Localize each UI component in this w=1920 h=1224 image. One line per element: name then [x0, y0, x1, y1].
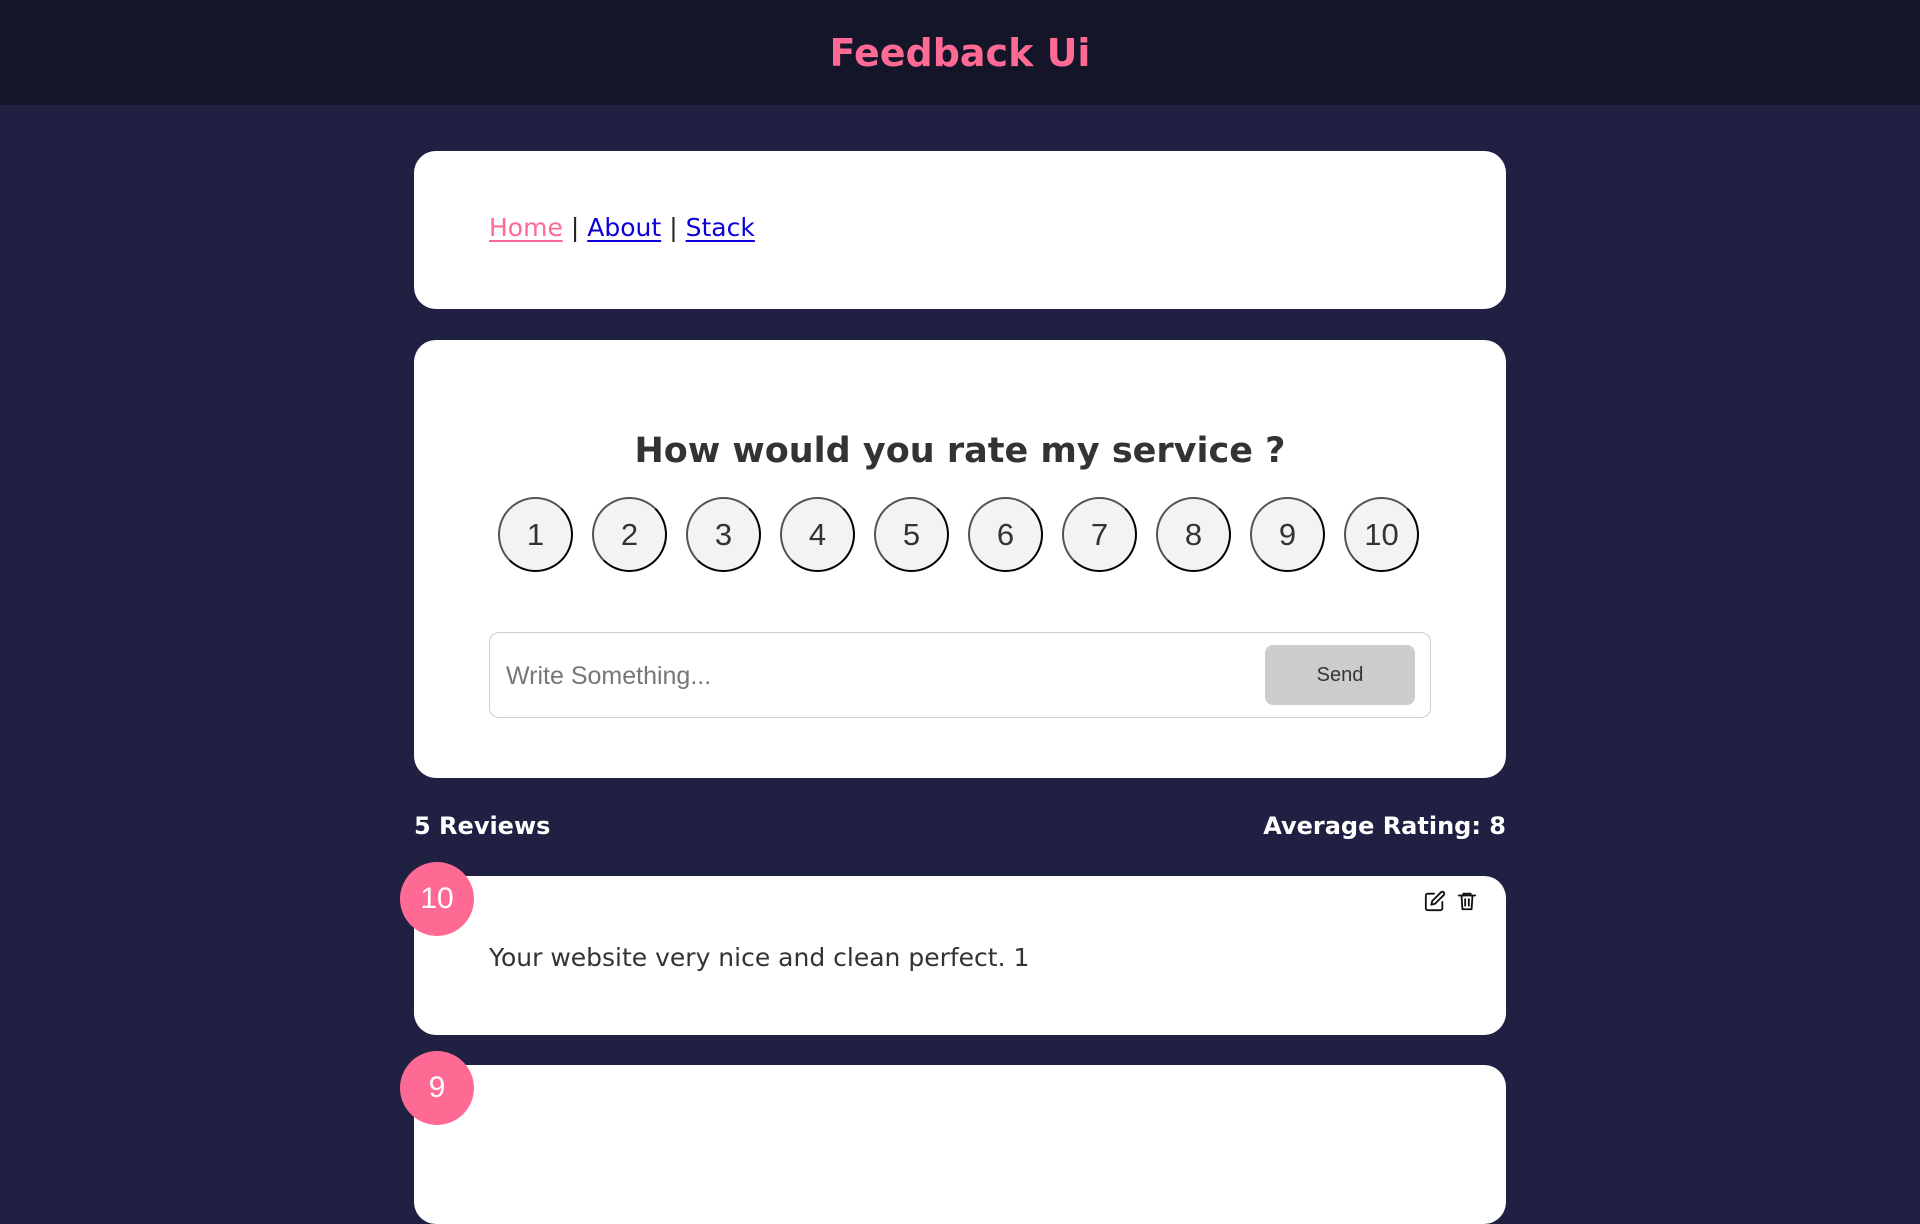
rating-option-3[interactable]: 3 — [686, 497, 761, 572]
review-rating-badge: 10 — [400, 862, 474, 936]
nav-home-link[interactable]: Home — [489, 213, 563, 242]
rating-option-5[interactable]: 5 — [874, 497, 949, 572]
rating-option-7[interactable]: 7 — [1062, 497, 1137, 572]
rating-form-card: How would you rate my service ? 1 2 3 4 … — [414, 340, 1506, 778]
feedback-input[interactable] — [504, 653, 1248, 699]
rating-option-9[interactable]: 9 — [1250, 497, 1325, 572]
navigation-card: Home | About | Stack — [414, 151, 1506, 309]
app-title: Feedback Ui — [829, 30, 1091, 75]
average-rating: Average Rating: 8 — [1263, 812, 1506, 840]
rating-options: 1 2 3 4 5 6 7 8 9 10 — [498, 497, 1419, 572]
review-count: 5 Reviews — [414, 812, 551, 840]
rating-option-1[interactable]: 1 — [498, 497, 573, 572]
review-text: Your website very nice and clean perfect… — [489, 943, 1030, 972]
review-card — [414, 1065, 1506, 1224]
main-navigation: Home | About | Stack — [489, 213, 755, 242]
nav-separator: | — [669, 213, 678, 242]
rating-option-4[interactable]: 4 — [780, 497, 855, 572]
nav-separator: | — [570, 213, 580, 242]
rating-question: How would you rate my service ? — [634, 431, 1286, 472]
rating-option-6[interactable]: 6 — [968, 497, 1043, 572]
rating-option-10[interactable]: 10 — [1344, 497, 1419, 572]
edit-icon[interactable] — [1423, 889, 1447, 913]
rating-option-2[interactable]: 2 — [592, 497, 667, 572]
review-stats: 5 Reviews Average Rating: 8 — [414, 812, 1506, 840]
nav-stack-link[interactable]: Stack — [686, 213, 755, 242]
send-button[interactable]: Send — [1265, 645, 1415, 705]
review-rating-badge: 9 — [400, 1051, 474, 1125]
rating-option-8[interactable]: 8 — [1156, 497, 1231, 572]
nav-about-link[interactable]: About — [587, 213, 661, 242]
review-card: Your website very nice and clean perfect… — [414, 876, 1506, 1035]
feedback-input-group: Send — [489, 632, 1431, 718]
review-actions — [1423, 889, 1479, 913]
trash-icon[interactable] — [1455, 889, 1479, 913]
top-header: Feedback Ui — [0, 0, 1920, 105]
